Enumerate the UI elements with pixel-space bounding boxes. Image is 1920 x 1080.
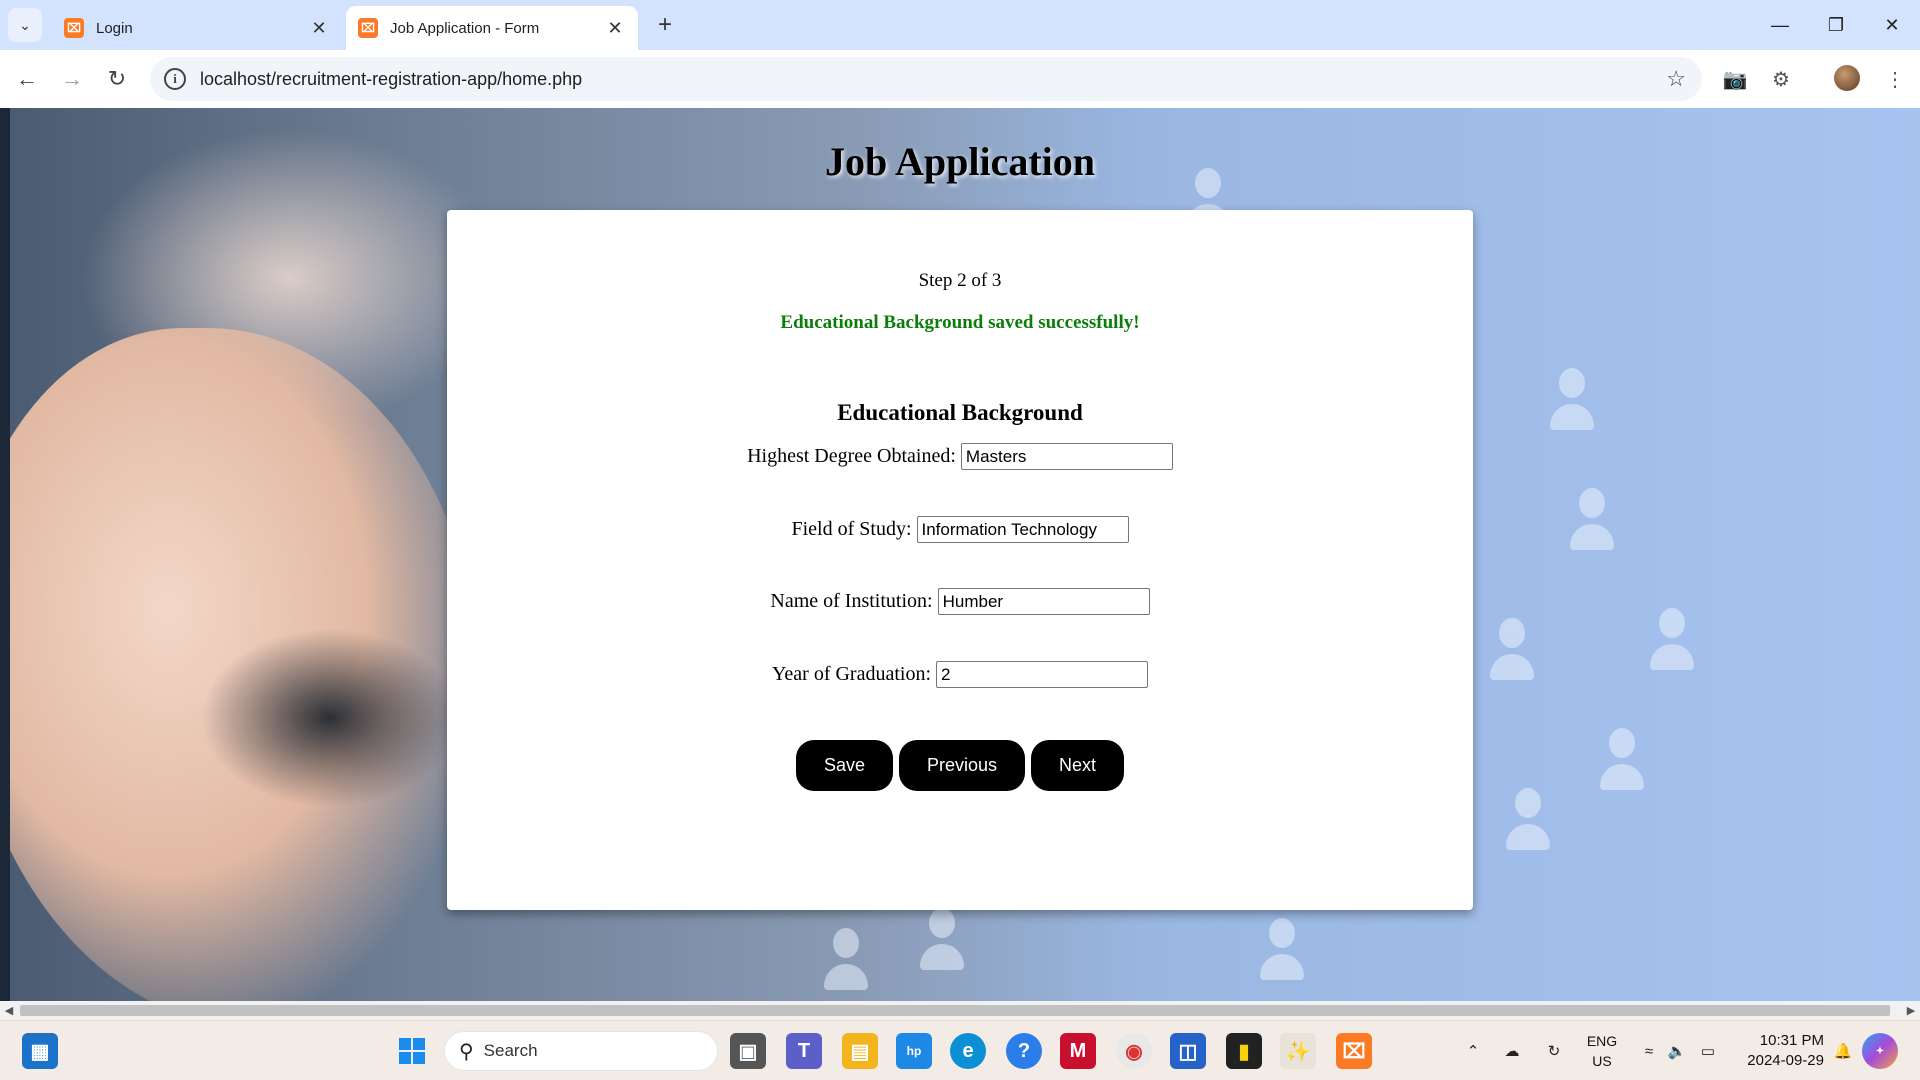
kebab-menu-icon[interactable]: ⋮ bbox=[1880, 64, 1910, 94]
step-indicator: Step 2 of 3 bbox=[918, 270, 1002, 291]
notification-bell-icon[interactable]: 🔔 bbox=[1830, 1021, 1856, 1080]
success-message: Educational Background saved successfull… bbox=[780, 312, 1140, 333]
xampp-icon[interactable]: ⌧ bbox=[1336, 1033, 1372, 1069]
tab-job-application[interactable]: ⌧ Job Application - Form ✕ bbox=[346, 6, 638, 50]
teams-icon[interactable]: T bbox=[786, 1033, 822, 1069]
person-silhouette-icon bbox=[1600, 728, 1644, 798]
wifi-icon[interactable]: ≈ bbox=[1636, 1021, 1662, 1080]
graduation-year-row: Year of Graduation: bbox=[447, 661, 1473, 688]
copilot-icon[interactable]: ✦ bbox=[1862, 1033, 1898, 1069]
page-viewport: Job Application Step 2 of 3 Educational … bbox=[0, 108, 1920, 1001]
tab-title: Job Application - Form bbox=[390, 19, 540, 37]
star-icon[interactable]: ☆ bbox=[1666, 66, 1686, 92]
file-explorer-icon[interactable]: ▤ bbox=[842, 1033, 878, 1069]
graduation-year-label: Year of Graduation: bbox=[771, 663, 932, 685]
mcafee-icon[interactable]: M bbox=[1060, 1033, 1096, 1069]
window-close-icon[interactable]: ✕ bbox=[1864, 0, 1920, 50]
url-text[interactable]: localhost/recruitment-registration-app/h… bbox=[200, 69, 1666, 90]
graduation-year-input[interactable] bbox=[936, 661, 1149, 688]
clock[interactable]: 10:31 PM 2024-09-29 bbox=[1734, 1031, 1824, 1071]
institution-row: Name of Institution: bbox=[447, 588, 1473, 615]
person-silhouette-icon bbox=[1260, 918, 1304, 988]
windows-start-icon[interactable] bbox=[394, 1033, 430, 1069]
time: 10:31 PM bbox=[1759, 1032, 1824, 1049]
tab-title: Login bbox=[96, 19, 133, 37]
close-icon[interactable]: ✕ bbox=[308, 17, 330, 39]
taskbar: ▦ ⚲ Search ▣ T ▤ hp e ? M ◉ ◫ ▮ ✨ ⌧ ⌃ ☁ … bbox=[0, 1020, 1920, 1080]
site-info-icon[interactable]: i bbox=[164, 68, 186, 90]
person-silhouette-icon bbox=[1490, 618, 1534, 688]
application-form-card: Step 2 of 3 Educational Background saved… bbox=[447, 210, 1473, 910]
institution-input[interactable] bbox=[937, 588, 1150, 615]
reload-icon[interactable]: ↻ bbox=[100, 62, 134, 96]
task-view-icon[interactable]: ▣ bbox=[730, 1033, 766, 1069]
snipping-tool-icon[interactable]: ✨ bbox=[1280, 1033, 1316, 1069]
plus-icon[interactable]: + bbox=[650, 10, 680, 40]
edge-icon[interactable]: e bbox=[950, 1033, 986, 1069]
institution-label: Name of Institution: bbox=[770, 590, 933, 612]
xampp-favicon-icon: ⌧ bbox=[358, 18, 378, 38]
battery-icon[interactable]: ▭ bbox=[1694, 1021, 1722, 1080]
degree-row: Highest Degree Obtained: bbox=[447, 443, 1473, 470]
chrome-icon[interactable]: ◉ bbox=[1116, 1033, 1152, 1069]
language-code: ENG bbox=[1586, 1033, 1618, 1049]
date: 2024-09-29 bbox=[1747, 1052, 1824, 1069]
browser-tab-strip: ⌄ ⌧ Login ✕ ⌧ Job Application - Form ✕ +… bbox=[0, 0, 1920, 50]
address-bar[interactable]: i localhost/recruitment-registration-app… bbox=[150, 57, 1702, 101]
language-indicator[interactable]: ENG US bbox=[1582, 1031, 1622, 1071]
form-actions: Save Previous Next bbox=[447, 740, 1473, 791]
close-icon[interactable]: ✕ bbox=[604, 17, 626, 39]
person-silhouette-icon bbox=[824, 928, 868, 998]
cloud-icon[interactable]: ☁ bbox=[1498, 1021, 1526, 1080]
myhp-icon[interactable]: hp bbox=[896, 1033, 932, 1069]
tab-search-button[interactable]: ⌄ bbox=[8, 8, 42, 42]
field-of-study-label: Field of Study: bbox=[791, 518, 912, 540]
previous-button[interactable]: Previous bbox=[898, 740, 1026, 791]
extensions-icon[interactable]: ⚙ bbox=[1766, 64, 1796, 94]
chevron-up-icon[interactable]: ⌃ bbox=[1460, 1021, 1486, 1080]
region-code: US bbox=[1592, 1053, 1612, 1069]
sticky-notes-icon[interactable]: ▮ bbox=[1226, 1033, 1262, 1069]
xampp-favicon-icon: ⌧ bbox=[64, 18, 84, 38]
restore-icon[interactable]: ❐ bbox=[1808, 0, 1864, 50]
taskbar-search[interactable]: ⚲ Search bbox=[444, 1031, 718, 1071]
scroll-right-icon[interactable]: ▶ bbox=[1902, 1001, 1920, 1020]
scroll-left-icon[interactable]: ◀ bbox=[0, 1001, 18, 1020]
person-silhouette-icon bbox=[1570, 488, 1614, 558]
minimize-icon[interactable]: — bbox=[1752, 0, 1808, 50]
horizontal-scrollbar[interactable]: ◀ ▶ bbox=[0, 1001, 1920, 1020]
degree-label: Highest Degree Obtained: bbox=[747, 445, 956, 467]
chevron-down-icon: ⌄ bbox=[19, 16, 31, 33]
next-button[interactable]: Next bbox=[1031, 740, 1125, 791]
browser-toolbar: ← → ↻ i localhost/recruitment-registrati… bbox=[0, 50, 1920, 108]
person-silhouette-icon bbox=[1650, 608, 1694, 678]
field-of-study-row: Field of Study: bbox=[447, 516, 1473, 543]
scrollbar-thumb[interactable] bbox=[20, 1005, 1890, 1016]
save-button[interactable]: Save bbox=[795, 740, 893, 791]
person-silhouette-icon bbox=[1550, 368, 1594, 438]
person-silhouette-icon bbox=[920, 908, 964, 978]
tab-login[interactable]: ⌧ Login ✕ bbox=[52, 6, 342, 50]
background-object bbox=[200, 628, 460, 808]
back-icon[interactable]: ← bbox=[10, 62, 44, 96]
background-edge bbox=[0, 108, 10, 1001]
profile-avatar[interactable] bbox=[1834, 65, 1860, 91]
person-silhouette-icon bbox=[1506, 788, 1550, 858]
search-icon: ⚲ bbox=[459, 1040, 474, 1063]
degree-input[interactable] bbox=[960, 443, 1173, 470]
store-icon[interactable]: ◫ bbox=[1170, 1033, 1206, 1069]
search-placeholder: Search bbox=[483, 1041, 538, 1060]
field-of-study-input[interactable] bbox=[916, 516, 1129, 543]
sync-icon[interactable]: ↻ bbox=[1540, 1021, 1568, 1080]
widgets-icon[interactable]: ▦ bbox=[22, 1033, 58, 1069]
help-icon[interactable]: ? bbox=[1006, 1033, 1042, 1069]
section-title: Educational Background bbox=[837, 400, 1083, 425]
forward-icon[interactable]: → bbox=[55, 62, 89, 96]
volume-icon[interactable]: 🔈 bbox=[1664, 1021, 1690, 1080]
camera-icon[interactable]: 📷 bbox=[1720, 64, 1750, 94]
page-title: Job Application bbox=[824, 139, 1096, 184]
